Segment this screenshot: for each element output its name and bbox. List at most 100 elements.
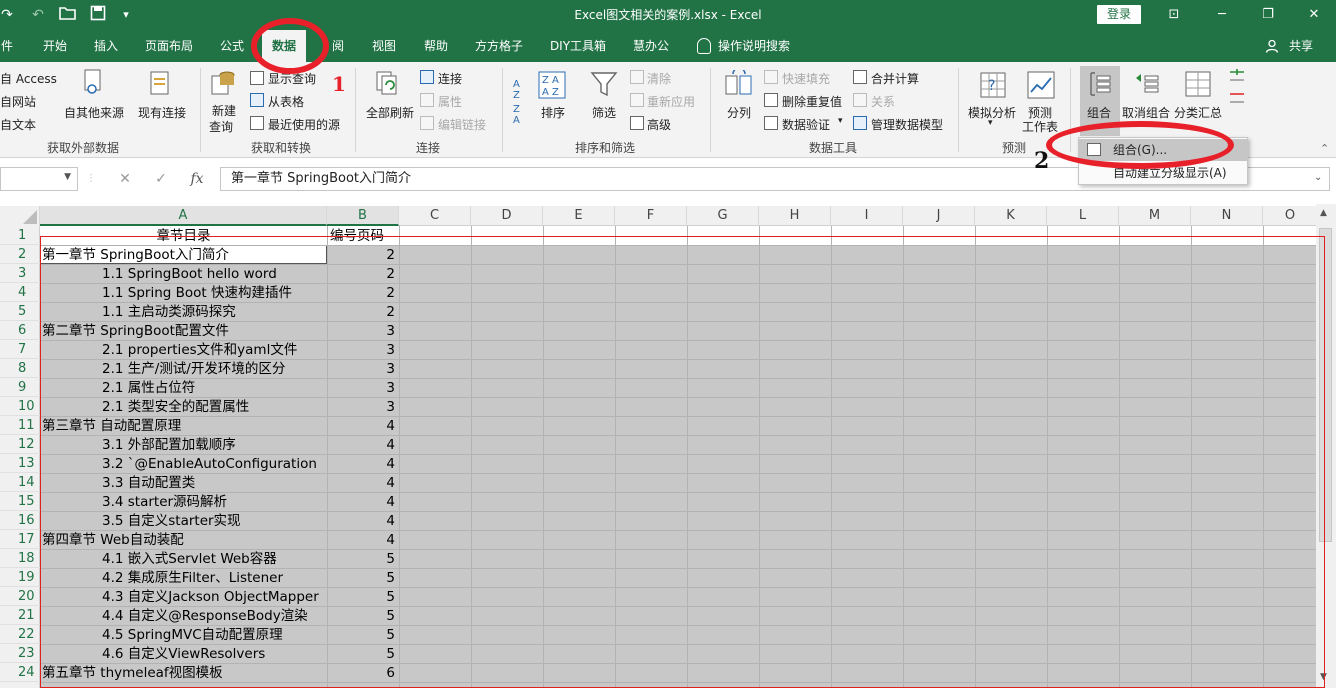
row-header-13[interactable]: 13 [0, 454, 40, 473]
column-header-j[interactable]: J [903, 206, 975, 226]
insert-function-icon[interactable]: fx [186, 168, 208, 190]
column-header-d[interactable]: D [471, 206, 543, 226]
column-header-k[interactable]: K [975, 206, 1047, 226]
worksheet-grid[interactable]: ABCDEFGHIJKLMNO 1 2 3 4 5 6 7 8 9 10 11 12 13 14 15 16 1… [0, 204, 1336, 688]
tab-insert[interactable]: 插入 [86, 30, 126, 62]
row-header-12[interactable]: 12 [0, 435, 40, 454]
row-header-18[interactable]: 18 [0, 549, 40, 568]
share-person-icon[interactable] [1265, 30, 1279, 62]
row-header-19[interactable]: 19 [0, 568, 40, 587]
column-header-l[interactable]: L [1047, 206, 1119, 226]
sort-az-icon[interactable]: AZZA [512, 74, 530, 126]
connections-button[interactable]: 连接 [438, 70, 462, 87]
hide-detail-icon[interactable] [1228, 90, 1246, 108]
column-header-n[interactable]: N [1191, 206, 1263, 226]
flash-fill-button[interactable]: 快速填充 [782, 70, 830, 87]
row-header-24[interactable]: 24 [0, 663, 40, 682]
collapse-ribbon-icon[interactable]: ⌃ [1320, 142, 1329, 155]
subtotal-button[interactable]: 分类汇总 [1174, 104, 1222, 121]
column-header-g[interactable]: G [687, 206, 759, 226]
row-header-9[interactable]: 9 [0, 378, 40, 397]
row-header-21[interactable]: 21 [0, 606, 40, 625]
tab-fangfanggezi[interactable]: 方方格子 [468, 30, 530, 62]
from-table-button[interactable]: 从表格 [268, 93, 304, 110]
row-header-2[interactable]: 2 [0, 245, 40, 264]
data-model-button[interactable]: 管理数据模型 [871, 116, 943, 133]
reapply-button[interactable]: 重新应用 [647, 93, 695, 110]
new-query-label-1[interactable]: 新建 [212, 102, 236, 119]
row-header-20[interactable]: 20 [0, 587, 40, 606]
column-header-f[interactable]: F [615, 206, 687, 226]
row-header-4[interactable]: 4 [0, 283, 40, 302]
sort-button[interactable]: 排序 [541, 104, 565, 121]
from-text-button[interactable]: 自文本 [0, 116, 36, 133]
row-header-16[interactable]: 16 [0, 511, 40, 530]
cancel-entry-icon[interactable]: ✕ [114, 168, 136, 190]
from-web-button[interactable]: 自网站 [0, 93, 36, 110]
column-header-e[interactable]: E [543, 206, 615, 226]
edit-links-button[interactable]: 编辑链接 [438, 116, 486, 133]
row-header-1[interactable]: 1 [0, 226, 40, 245]
remove-duplicates-button[interactable]: 删除重复值 [782, 93, 842, 110]
refresh-all-button[interactable]: 全部刷新 [366, 104, 414, 121]
name-box[interactable]: ▼ [0, 167, 78, 191]
row-header-15[interactable]: 15 [0, 492, 40, 511]
restore-icon[interactable]: ❐ [1257, 4, 1279, 26]
show-detail-icon[interactable] [1228, 68, 1246, 86]
select-all-corner[interactable] [0, 206, 40, 226]
row-header-23[interactable]: 23 [0, 644, 40, 663]
what-if-dropdown-icon[interactable]: ▾ [988, 118, 993, 128]
data-validation-dropdown-icon[interactable]: ▾ [838, 116, 843, 126]
text-to-columns-button[interactable]: 分列 [727, 104, 751, 121]
from-access-button[interactable]: 自 Access [0, 70, 57, 87]
tab-formulas[interactable]: 公式 [212, 30, 252, 62]
row-header-7[interactable]: 7 [0, 340, 40, 359]
tab-home[interactable]: 开始 [34, 30, 76, 62]
tab-page-layout[interactable]: 页面布局 [138, 30, 200, 62]
existing-connections-button[interactable]: 现有连接 [138, 104, 186, 121]
forecast-sheet-label-2[interactable]: 工作表 [1022, 118, 1058, 135]
row-header-3[interactable]: 3 [0, 264, 40, 283]
tab-review[interactable]: 阅 [328, 30, 348, 62]
minimize-icon[interactable]: ─ [1211, 4, 1233, 26]
close-icon[interactable]: ✕ [1303, 4, 1325, 26]
column-header-a[interactable]: A [40, 206, 327, 226]
group-button[interactable]: 组合 [1087, 104, 1111, 121]
tell-me-search[interactable]: 操作说明搜索 [718, 30, 808, 62]
expand-formula-bar-icon[interactable]: ⌄ [1314, 172, 1322, 183]
row-header-22[interactable]: 22 [0, 625, 40, 644]
consolidate-button[interactable]: 合并计算 [871, 70, 919, 87]
row-header-17[interactable]: 17 [0, 530, 40, 549]
column-header-h[interactable]: H [759, 206, 831, 226]
scroll-up-icon[interactable]: ▲ [1320, 208, 1327, 218]
clear-button[interactable]: 清除 [647, 70, 671, 87]
row-header-5[interactable]: 5 [0, 302, 40, 321]
tab-file[interactable]: 件 [0, 30, 14, 62]
tab-help[interactable]: 帮助 [416, 30, 456, 62]
recent-sources-button[interactable]: 最近使用的源 [268, 116, 340, 133]
column-header-m[interactable]: M [1119, 206, 1191, 226]
column-header-b[interactable]: B [327, 206, 399, 226]
row-header-11[interactable]: 11 [0, 416, 40, 435]
tab-view[interactable]: 视图 [364, 30, 404, 62]
tab-huibangong[interactable]: 慧办公 [626, 30, 676, 62]
ribbon-display-options-icon[interactable]: ⊡ [1163, 4, 1185, 26]
new-query-label-2[interactable]: 查询 [209, 118, 233, 135]
confirm-entry-icon[interactable]: ✓ [150, 168, 172, 190]
column-header-i[interactable]: I [831, 206, 903, 226]
advanced-button[interactable]: 高级 [647, 116, 671, 133]
properties-button[interactable]: 属性 [438, 93, 462, 110]
row-header-14[interactable]: 14 [0, 473, 40, 492]
ungroup-button[interactable]: 取消组合 [1122, 104, 1170, 121]
column-header-o[interactable]: O [1263, 206, 1318, 226]
column-header-c[interactable]: C [399, 206, 471, 226]
row-header-10[interactable]: 10 [0, 397, 40, 416]
row-header-6[interactable]: 6 [0, 321, 40, 340]
relationships-button[interactable]: 关系 [871, 93, 895, 110]
share-button[interactable]: 共享 [1285, 30, 1317, 62]
login-button[interactable]: 登录 [1097, 5, 1141, 24]
filter-button[interactable]: 筛选 [592, 104, 616, 121]
name-box-dropdown-icon[interactable]: ▼ [64, 172, 71, 182]
row-header-8[interactable]: 8 [0, 359, 40, 378]
from-other-sources-button[interactable]: 自其他来源 [64, 104, 124, 121]
